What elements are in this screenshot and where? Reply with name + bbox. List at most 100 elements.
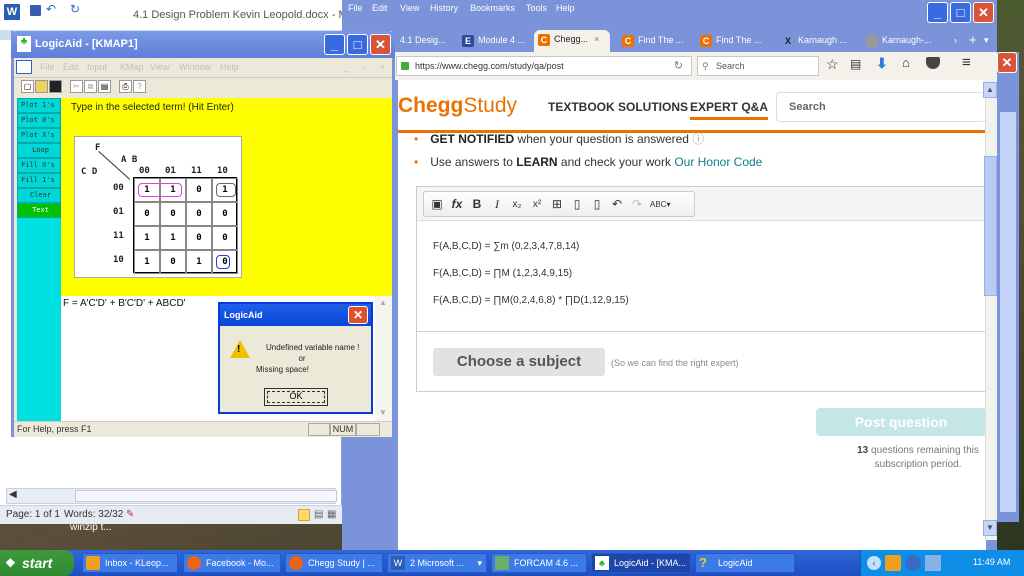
start-button[interactable]: ❖ start (0, 550, 74, 576)
table-icon[interactable]: ⊞ (550, 197, 564, 211)
info-icon[interactable]: ⓘ (692, 132, 704, 146)
redo-icon[interactable]: ↻ (70, 2, 80, 16)
clear-button[interactable]: Clear (17, 188, 61, 203)
menu-file[interactable]: File (348, 3, 363, 13)
kmap-cell[interactable]: 0 (212, 202, 238, 226)
maximize-button[interactable]: □ (950, 2, 971, 23)
help-pointer-icon[interactable]: ? (133, 80, 146, 93)
menu-bookmarks[interactable]: Bookmarks (470, 3, 515, 13)
question-editor[interactable]: ▣ fx B I x₂ x² ⊞ ▯ ▯ ↶ ↷ ABC▾ F(A,B,C,D)… (416, 186, 987, 332)
menu-edit[interactable]: Edit (372, 3, 388, 13)
kmap-cell[interactable]: 0 (160, 250, 186, 274)
italic-icon[interactable]: I (490, 197, 504, 212)
print-layout-icon[interactable] (298, 509, 310, 521)
chegg-search-input[interactable]: Search (776, 92, 986, 122)
menu-help[interactable]: Help (556, 3, 575, 13)
group-dropdown-icon[interactable]: ▾ (477, 554, 482, 572)
expression-scrollbar[interactable]: ▲ ▼ (375, 296, 392, 421)
choose-subject-button[interactable]: Choose a subject (433, 348, 605, 376)
bold-icon[interactable]: B (470, 197, 484, 211)
menu-view[interactable]: View (400, 3, 419, 13)
clock[interactable]: 11:49 AM (973, 557, 1010, 567)
logicaid-app-icon[interactable]: ♣ (17, 36, 31, 52)
mdi-child-icon[interactable] (16, 60, 32, 74)
redo-icon[interactable]: ↷ (630, 197, 644, 211)
save-icon[interactable] (30, 5, 41, 16)
loop-button[interactable]: Loop (17, 143, 61, 158)
copy-icon[interactable]: ⧉ (84, 80, 97, 93)
la-menu-file[interactable]: File (40, 62, 55, 72)
background-close-button[interactable]: ✕ (997, 52, 1017, 73)
kmap-cell[interactable]: 1 (160, 226, 186, 250)
kmap-cell[interactable]: 0 (160, 202, 186, 226)
karnaugh-map[interactable]: F A B C D 00 01 11 10 00 01 11 10 110100… (74, 136, 242, 278)
show-hidden-icons-icon[interactable]: ‹ (867, 556, 881, 570)
undo-icon[interactable]: ↶ (46, 2, 56, 16)
fill-ones-button[interactable]: Fill 1's (17, 173, 61, 188)
plot-ones-button[interactable]: Plot 1's (17, 98, 61, 113)
superscript-icon[interactable]: x² (530, 199, 544, 210)
kmap-cell[interactable]: 0 (212, 226, 238, 250)
scroll-down-icon[interactable]: ▼ (983, 520, 997, 536)
minimize-button[interactable]: _ (927, 2, 948, 23)
word-word-count[interactable]: Words: 32/32 (64, 509, 123, 520)
reload-icon[interactable]: ↻ (674, 57, 683, 75)
word-app-icon[interactable]: W (4, 4, 20, 20)
kmap-cell[interactable]: 0 (186, 202, 212, 226)
la-menu-kmap[interactable]: KMap (120, 62, 144, 72)
dialog-close-button[interactable]: ✕ (348, 306, 368, 324)
office-tray-icon[interactable] (885, 555, 901, 571)
scroll-down-icon[interactable]: ▼ (379, 408, 387, 417)
logicaid-close-button[interactable]: ✕ (370, 34, 391, 55)
web-layout-icon[interactable]: ▦ (327, 509, 336, 520)
tab-word-doc[interactable]: 4.1 Desig... (396, 32, 456, 52)
malwarebytes-icon[interactable] (905, 555, 921, 571)
home-icon[interactable]: ⌂ (902, 55, 910, 70)
nav-expert-qa[interactable]: EXPERT Q&A (690, 100, 769, 120)
task-microsoft-word-group[interactable]: W 2 Microsoft ... ▾ (387, 553, 487, 573)
subscript-icon[interactable]: x₂ (510, 199, 524, 210)
tab-scroll-right-icon[interactable]: › (950, 32, 964, 52)
list-tabs-icon[interactable]: ▾ (980, 32, 992, 52)
word-page-count[interactable]: Page: 1 of 1 (6, 509, 60, 520)
scroll-up-icon[interactable]: ▲ (983, 82, 997, 98)
reading-list-icon[interactable]: ▤ (850, 57, 861, 71)
task-logicaid-kmap[interactable]: ♣ LogicAid - [KMA... (591, 553, 691, 573)
scroll-up-icon[interactable]: ▲ (379, 298, 387, 307)
bookmark-star-icon[interactable]: ☆ (826, 56, 839, 73)
new-file-icon[interactable]: ▢ (21, 80, 34, 93)
kmap-cell[interactable]: 1 (134, 226, 160, 250)
word-hscroll-thumb[interactable] (75, 490, 337, 502)
close-tab-icon[interactable]: × (594, 34, 599, 44)
open-folder-icon[interactable] (35, 80, 48, 93)
mdi-minimize-icon[interactable]: _ (344, 62, 349, 72)
tab-karnaugh-2[interactable]: Karnaugh-... (862, 32, 942, 52)
la-menu-view[interactable]: View (150, 62, 169, 72)
chegg-study-logo[interactable]: CheggStudy (398, 94, 517, 118)
new-tab-icon[interactable]: + (965, 32, 979, 52)
mdi-close-icon[interactable]: × (380, 62, 385, 72)
post-question-button[interactable]: Post question (816, 408, 986, 436)
dialog-ok-button[interactable]: OK (264, 388, 328, 406)
page-vertical-scrollbar[interactable]: ▲ ▼ (983, 80, 997, 540)
desktop-icon-label[interactable]: winzip t... (70, 522, 112, 533)
scroll-left-icon[interactable]: ◀ (9, 489, 17, 500)
logicaid-maximize-button[interactable]: □ (347, 34, 368, 55)
tab-find-the-2[interactable]: C Find The ... (696, 32, 772, 52)
fill-zeros-button[interactable]: Fill 0's (17, 158, 61, 173)
honor-code-link[interactable]: Our Honor Code (674, 155, 762, 169)
kmap-cell[interactable]: 1 (186, 250, 212, 274)
task-outlook-inbox[interactable]: Inbox - KLeop... (82, 553, 178, 573)
full-screen-reading-icon[interactable]: ▤ (314, 509, 323, 520)
task-firefox-chegg[interactable]: Chegg Study | ... (285, 553, 383, 573)
tab-karnaugh-1[interactable]: X Karnaugh ... (778, 32, 858, 52)
tab-module-4[interactable]: E Module 4 ... (458, 32, 530, 52)
plot-xs-button[interactable]: Plot X's (17, 128, 61, 143)
paste-icon[interactable]: ▤ (98, 80, 111, 93)
url-bar[interactable]: https://www.chegg.com/study/qa/post ↻ (396, 56, 692, 76)
nav-textbook-solutions[interactable]: TEXTBOOK SOLUTIONS (548, 100, 688, 114)
spellcheck-icon[interactable]: ABC▾ (650, 200, 670, 209)
cut-icon[interactable]: ✂ (70, 80, 83, 93)
menu-hamburger-icon[interactable]: ≡ (962, 54, 971, 71)
browser-search-input[interactable]: ⚲ Search (697, 56, 819, 76)
